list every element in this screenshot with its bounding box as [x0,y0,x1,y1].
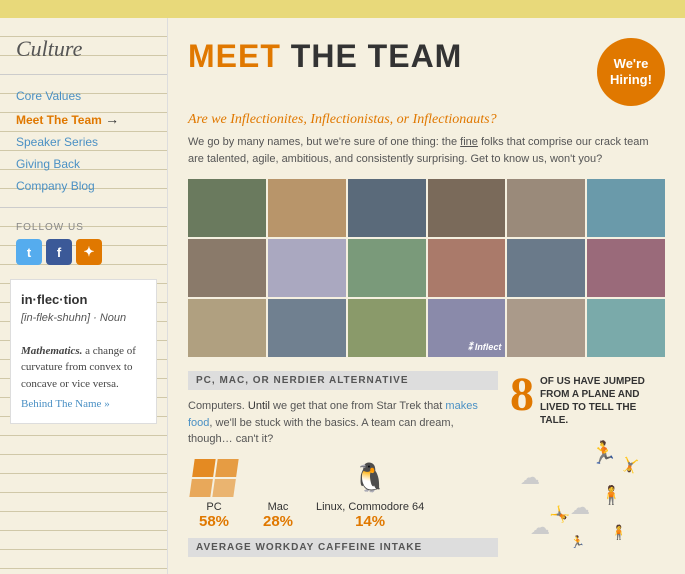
sidebar-link-company-blog[interactable]: Company Blog [0,175,167,197]
cloud-2: ☁ [570,495,590,520]
social-icons: t f ✦ [0,239,167,265]
arrow-icon: → [105,111,119,127]
panel-right: 8 OF US HAVE JUMPED FROM A PLANE AND LIV… [510,371,665,557]
photo-13[interactable] [188,299,266,357]
computers-row: PC 58% Mac 28% 🐧 [188,458,498,530]
sidebar-culture-heading: Culture [0,28,167,75]
skydiver-4: 🤸 [547,502,573,528]
until-text: Until [248,400,270,412]
computer-pc: PC 58% [188,458,240,530]
sidebar-link-giving-back[interactable]: Giving Back [0,153,167,175]
stat-text: OF US HAVE JUMPED FROM A PLANE AND LIVED… [540,371,665,427]
photo-5[interactable] [507,179,585,237]
linux-pct: 14% [355,513,385,530]
page-title-text: MEET THE TEAM [188,38,462,75]
photo-1[interactable] [188,179,266,237]
sidebar-nav: Core Values Meet The Team → Speaker Seri… [0,75,167,208]
pc-section-body: Computers. Until we get that one from St… [188,398,498,448]
photo-8[interactable] [268,239,346,297]
makes-food-text: makes food [188,400,478,429]
page-header: MEET THE TEAM We're Hiring! [188,38,665,106]
stat-big: 8 OF US HAVE JUMPED FROM A PLANE AND LIV… [510,371,665,427]
computer-mac: Mac 28% [252,458,304,530]
mac-pct: 28% [263,513,293,530]
facebook-icon[interactable]: f [46,239,72,265]
stat-number: 8 [510,371,534,419]
photo-14[interactable] [268,299,346,357]
skydiver-6: 🏃 [570,535,585,550]
main-content: MEET THE TEAM We're Hiring! Are we Infle… [168,18,685,574]
photo-grid: ⁑ Inflect [188,179,665,357]
photo-3[interactable] [348,179,426,237]
photo-18[interactable] [587,299,665,357]
photo-11[interactable] [507,239,585,297]
sidebar-item-giving-back[interactable]: Giving Back [0,153,167,175]
top-bar [0,0,685,18]
apple-icon [252,458,304,498]
skydiver-5: 🧍 [610,525,627,542]
skydiver-3: 🧍 [600,485,622,506]
sidebar-item-core-values[interactable]: Core Values [0,85,167,107]
photo-9[interactable] [348,239,426,297]
sidebar: Culture Core Values Meet The Team → Spea… [0,18,168,574]
sidebar-item-company-blog[interactable]: Company Blog [0,175,167,197]
rss-icon[interactable]: ✦ [76,239,102,265]
page-title: MEET THE TEAM [188,38,462,75]
photo-10[interactable] [428,239,506,297]
photo-6[interactable] [587,179,665,237]
cloud-1: ☁ [520,465,540,490]
panel-left: PC, MAC, OR NERDIER ALTERNATIVE Computer… [188,371,498,557]
caffeine-section-title: AVERAGE WORKDAY CAFFEINE INTAKE [188,538,498,557]
skydiver-2: 🤸 [616,451,644,479]
skydiver-1: 🏃 [590,440,617,466]
description: We go by many names, but we're sure of o… [188,134,665,167]
twitter-icon[interactable]: t [16,239,42,265]
photo-7[interactable] [188,239,266,297]
pc-label: PC [206,501,221,513]
pc-pct: 58% [199,513,229,530]
behind-the-name-link[interactable]: Behind The Name » [21,396,110,413]
skydive-area: ☁ ☁ ☁ 🏃 🤸 🧍 🤸 🧍 🏃 [510,435,665,555]
photo-4[interactable] [428,179,506,237]
tagline: Are we Inflectionites, Inflectionistas, … [188,112,665,128]
mac-label: Mac [268,501,289,513]
sidebar-item-meet-the-team[interactable]: Meet The Team → [0,107,167,131]
linux-label: Linux, Commodore 64 [316,501,424,513]
hiring-badge[interactable]: We're Hiring! [597,38,665,106]
follow-us-label: FOLLOW US [0,222,167,233]
fine-text: fine [460,136,478,148]
photo-17[interactable] [507,299,585,357]
cloud-3: ☁ [530,515,550,540]
definition-phonetic: [in-flek-shuhn] · Noun [21,310,146,327]
sidebar-link-speaker-series[interactable]: Speaker Series [0,131,167,153]
sidebar-item-speaker-series[interactable]: Speaker Series [0,131,167,153]
linux-icon: 🐧 [344,458,396,498]
sidebar-link-meet-the-team[interactable]: Meet The Team → [0,107,167,131]
bottom-panels: PC, MAC, OR NERDIER ALTERNATIVE Computer… [188,371,665,557]
pc-section-title: PC, MAC, OR NERDIER ALTERNATIVE [188,371,498,390]
definition-body: Mathematics. a change of curvature from … [21,343,146,393]
computer-linux: 🐧 Linux, Commodore 64 14% [316,458,424,530]
sidebar-link-core-values[interactable]: Core Values [0,85,167,107]
photo-2[interactable] [268,179,346,237]
photo-12[interactable] [587,239,665,297]
definition-box: in·flec·tion [in-flek-shuhn] · Noun Math… [10,279,157,424]
definition-math: Mathematics. [21,345,82,357]
definition-word: in·flec·tion [21,290,146,310]
windows-icon [188,458,240,498]
photo-16[interactable]: ⁑ Inflect [428,299,506,357]
photo-15[interactable] [348,299,426,357]
